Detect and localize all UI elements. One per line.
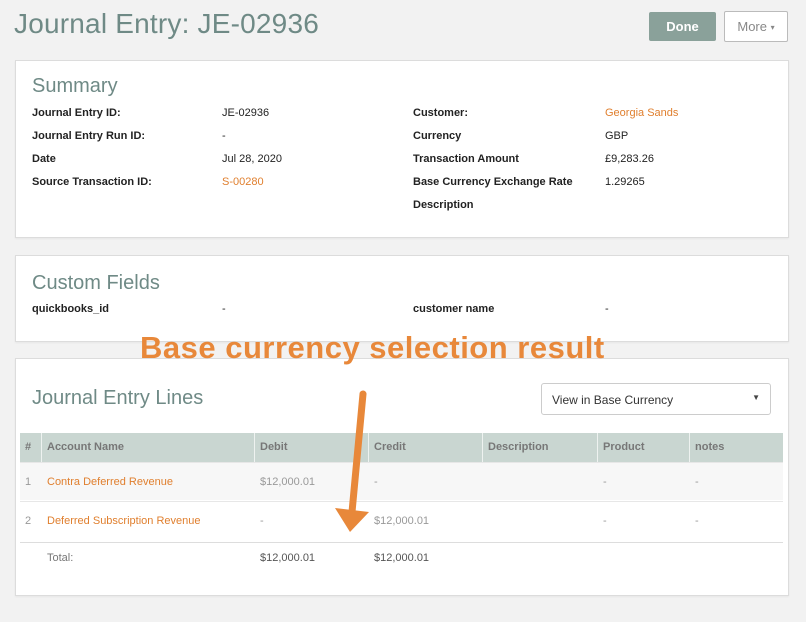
currency-view-value: View in Base Currency <box>552 393 674 407</box>
col-credit: Credit <box>369 433 483 462</box>
total-debit: $12,000.01 <box>260 552 316 564</box>
notes-cell: - <box>695 476 699 488</box>
done-button[interactable]: Done <box>649 12 716 41</box>
page-title: Journal Entry: JE-02936 <box>14 8 319 39</box>
description-label: Description <box>413 199 474 211</box>
table-header: # Account Name Debit Credit Description … <box>20 433 783 462</box>
more-label: More <box>737 19 767 34</box>
summary-title: Summary <box>32 75 118 97</box>
more-button[interactable]: More ▾ <box>724 11 788 42</box>
debit-cell: - <box>260 515 264 527</box>
summary-card: Summary Journal Entry ID: JE-02936 Journ… <box>15 60 789 238</box>
date-label: Date <box>32 153 56 165</box>
account-link[interactable]: Contra Deferred Revenue <box>42 463 173 501</box>
col-account-name: Account Name <box>42 433 255 462</box>
exchange-rate-value: 1.29265 <box>605 176 645 188</box>
source-transaction-label: Source Transaction ID: <box>32 176 152 188</box>
dropdown-caret-icon: ▼ <box>752 393 760 402</box>
source-transaction-link[interactable]: S-00280 <box>222 176 264 188</box>
total-label: Total: <box>47 552 74 564</box>
run-id-value: - <box>222 130 226 142</box>
date-value: Jul 28, 2020 <box>222 153 282 165</box>
annotation-arrow-icon <box>335 390 369 532</box>
customer-name-value: - <box>605 303 609 315</box>
transaction-amount-label: Transaction Amount <box>413 153 519 165</box>
col-product: Product <box>598 433 690 462</box>
run-id-label: Journal Entry Run ID: <box>32 130 146 142</box>
col-description: Description <box>483 433 598 462</box>
col-num: # <box>20 433 42 462</box>
custom-fields-card: Custom Fields quickbooks_id - customer n… <box>15 255 789 342</box>
journal-lines-table: # Account Name Debit Credit Description … <box>20 433 783 564</box>
product-cell: - <box>603 515 607 527</box>
customer-label: Customer: <box>413 107 469 119</box>
row-number: 2 <box>25 515 32 527</box>
debit-cell: $12,000.01 <box>260 476 316 488</box>
currency-view-select[interactable]: View in Base Currency ▼ <box>541 383 771 415</box>
credit-cell: $12,000.01 <box>374 515 430 527</box>
customer-name-label: customer name <box>413 303 495 315</box>
journal-lines-title: Journal Entry Lines <box>32 387 204 409</box>
col-notes: notes <box>695 441 725 453</box>
product-cell: - <box>603 476 607 488</box>
customer-link[interactable]: Georgia Sands <box>605 107 678 119</box>
table-row: 1 Contra Deferred Revenue $12,000.01 - -… <box>20 462 783 500</box>
description-cell <box>483 502 488 540</box>
transaction-amount-value: £9,283.26 <box>605 153 654 165</box>
description-cell <box>483 463 488 501</box>
quickbooks-id-label: quickbooks_id <box>32 303 110 315</box>
table-row: 2 Deferred Subscription Revenue - $12,00… <box>20 501 783 539</box>
annotation-text: Base currency selection result <box>140 330 605 365</box>
total-row: Total: $12,000.01 $12,000.01 <box>20 542 783 572</box>
currency-label: Currency <box>413 130 462 142</box>
row-number: 1 <box>25 476 32 488</box>
account-link[interactable]: Deferred Subscription Revenue <box>42 502 200 540</box>
quickbooks-id-value: - <box>222 303 226 315</box>
custom-fields-title: Custom Fields <box>32 272 160 294</box>
exchange-rate-label: Base Currency Exchange Rate <box>413 176 573 188</box>
notes-cell: - <box>695 515 699 527</box>
journal-entry-id-value: JE-02936 <box>222 107 270 119</box>
caret-down-icon: ▾ <box>770 23 775 33</box>
total-credit: $12,000.01 <box>374 552 430 564</box>
journal-entry-id-label: Journal Entry ID: <box>32 107 121 119</box>
currency-value: GBP <box>605 130 629 142</box>
